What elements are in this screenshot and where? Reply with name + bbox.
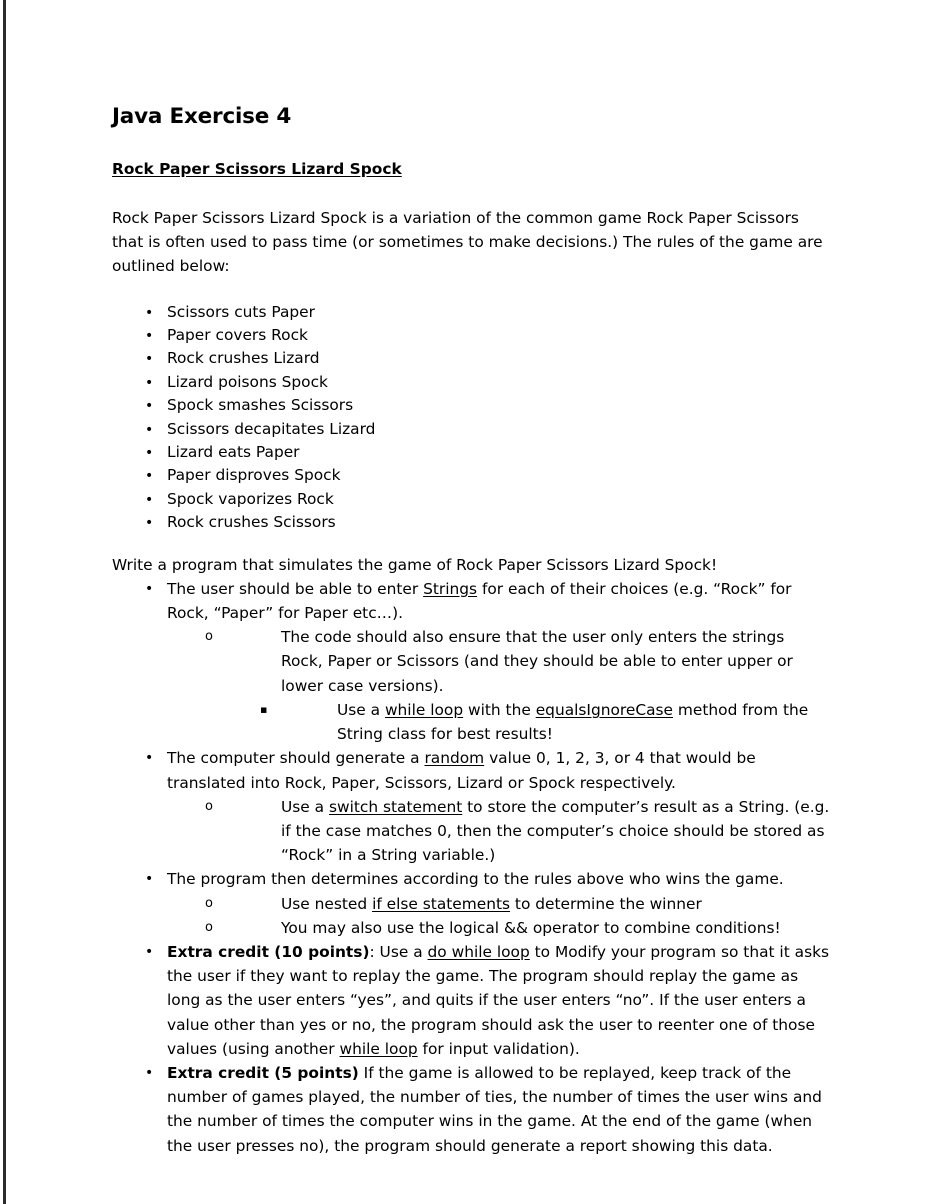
spec-text-run: The user should be able to enter [167,579,424,598]
subheading-wrapper: Rock Paper Scissors Lizard Spock [112,159,830,206]
rule-item-label: Lizard poisons Spock [167,372,328,391]
spec-term-underlined: random [424,749,485,768]
spec-item-text: The computer should generate a random va… [167,749,756,791]
spec-item-text: You may also use the logical && operator… [281,919,781,937]
spec-item-text: Extra credit (5 points) If the game is a… [167,1064,822,1155]
spec-item-level1: • The computer should generate a random v… [112,746,830,794]
spec-text-run: Use a [337,700,385,719]
bullet-marker-icon: • [145,1064,154,1081]
rule-item: • Lizard eats Paper [112,441,830,464]
spec-item-level2: o You may also use the logical && operato… [112,916,830,940]
rule-item: • Spock smashes Scissors [112,394,830,417]
spec-item-level1: • Extra credit (10 points): Use a do whil… [112,940,830,1061]
rule-item-label: Rock crushes Lizard [167,349,320,368]
document-content: Java Exercise 4 Rock Paper Scissors Liza… [112,104,830,1158]
rule-item: • Spock vaporizes Rock [112,488,830,511]
rule-item-label: Paper covers Rock [167,326,308,345]
spec-text-run: with the [463,700,536,719]
spec-item-text: The program then determines according to… [167,870,784,888]
rule-item: • Scissors cuts Paper [112,301,830,324]
spec-text-run: : Use a [369,942,428,961]
intro-paragraph: Rock Paper Scissors Lizard Spock is a va… [112,209,823,276]
spec-text-run: Use a [281,797,329,816]
spec-item-text: Use nested if else statements to determi… [281,895,702,913]
rule-item-label: Scissors decapitates Lizard [167,419,376,438]
bullet-marker-icon: • [145,374,154,391]
document-page: Java Exercise 4 Rock Paper Scissors Liza… [0,0,936,1204]
spec-item-level2: o Use a switch statement to store the com… [112,795,830,868]
bullet-marker-icon: • [145,304,154,321]
spec-term-underlined: while loop [339,1039,418,1058]
circle-marker-icon: o [205,629,213,645]
spec-text-run: The code should also ensure that the use… [281,628,793,695]
spec-term-underlined: Strings [423,579,478,598]
rule-item-label: Spock smashes Scissors [167,396,354,415]
bullet-marker-icon: • [145,750,154,767]
spec-item-text: The code should also ensure that the use… [281,628,793,694]
spec-term-bold: Extra credit (5 points) [167,1063,359,1082]
spec-item-level2: o The code should also ensure that the us… [112,625,830,698]
spec-term-underlined: if else statements [372,894,511,913]
spec-term-bold: Extra credit (10 points) [167,942,370,961]
spec-item-level1: • The program then determines according t… [112,867,830,891]
rule-item: • Paper disproves Spock [112,464,830,487]
page-left-edge [3,0,6,1204]
specification-list: • The user should be able to enter String… [112,577,830,1158]
bullet-marker-icon: • [145,468,154,485]
circle-marker-icon: o [205,798,213,814]
spec-item-text: Use a switch statement to store the comp… [281,798,829,864]
game-rules-list: • Scissors cuts Paper • Paper covers Rock • R… [112,301,830,535]
rule-item: • Lizard poisons Spock [112,371,830,394]
spec-item-text: Use a while loop with the equalsIgnoreCa… [337,701,808,743]
spec-item-level2: o Use nested if else statements to determ… [112,892,830,916]
rule-item-label: Rock crushes Scissors [167,513,336,532]
spec-item-level1: • Extra credit (5 points) If the game is … [112,1061,830,1158]
spec-text-run: The program then determines according to… [167,870,784,889]
rule-item-label: Lizard eats Paper [167,443,300,462]
rule-item: • Rock crushes Lizard [112,347,830,370]
bullet-marker-icon: • [145,398,154,415]
rule-item-label: Scissors cuts Paper [167,302,315,321]
rule-item-label: Spock vaporizes Rock [167,489,334,508]
bullet-marker-icon: • [145,421,154,438]
spec-item-level1: • The user should be able to enter String… [112,577,830,625]
bullet-marker-icon: • [145,580,154,597]
rule-item: • Paper covers Rock [112,324,830,347]
spec-item-text: Extra credit (10 points): Use a do while… [167,943,829,1058]
bullet-marker-icon: • [145,328,154,345]
spec-text-run: for input validation). [417,1039,580,1058]
bullet-marker-icon: • [145,491,154,508]
spec-item-text: The user should be able to enter Strings… [167,580,792,622]
circle-marker-icon: o [205,919,213,935]
spec-term-underlined: do while loop [427,942,530,961]
write-program-instruction: Write a program that simulates the game … [112,555,718,574]
spec-text-run: The computer should generate a [167,749,425,768]
rule-item: • Scissors decapitates Lizard [112,418,830,441]
rule-item-label: Paper disproves Spock [167,466,341,485]
rule-item: • Rock crushes Scissors [112,511,830,534]
square-marker-icon: ▪ [260,702,268,716]
circle-marker-icon: o [205,895,213,911]
bullet-marker-icon: • [145,351,154,368]
spec-term-underlined: equalsIgnoreCase [535,700,674,719]
bullet-marker-icon: • [145,871,154,888]
spec-item-level3: ▪ Use a while loop with the equalsIgnoreC… [112,698,830,746]
page-title: Java Exercise 4 [112,104,292,129]
spec-term-underlined: while loop [384,700,464,719]
spec-term-underlined: switch statement [328,797,463,816]
bullet-marker-icon: • [145,943,154,960]
bullet-marker-icon: • [145,515,154,532]
document-subheading: Rock Paper Scissors Lizard Spock [112,160,402,178]
bullet-marker-icon: • [145,445,154,462]
spec-text-run: You may also use the logical && operator… [281,918,781,937]
spec-text-run: to determine the winner [510,894,702,913]
spec-text-run: Use nested [281,894,373,913]
